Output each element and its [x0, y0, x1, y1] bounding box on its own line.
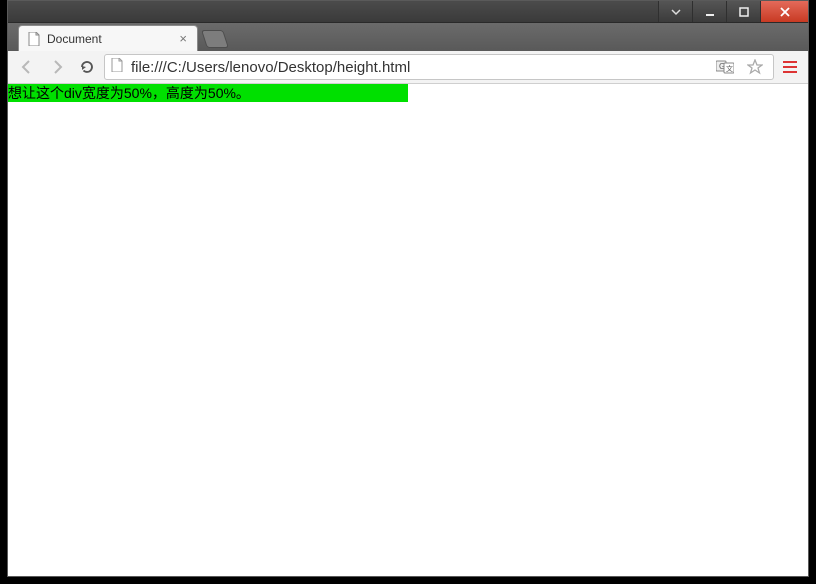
file-icon — [111, 58, 123, 76]
window-minimize-button[interactable] — [692, 1, 726, 22]
window-close-button[interactable] — [760, 1, 808, 22]
window-titlebar[interactable] — [8, 1, 808, 23]
demo-div: 想让这个div宽度为50%，高度为50%。 — [8, 84, 408, 102]
demo-div-text: 想让这个div宽度为50%，高度为50%。 — [8, 85, 250, 101]
window-maximize-button[interactable] — [726, 1, 760, 22]
browser-toolbar: G 文 — [8, 51, 808, 84]
tab-title: Document — [47, 32, 102, 46]
tab-close-button[interactable]: × — [177, 31, 189, 46]
url-input[interactable] — [129, 58, 707, 77]
tab-strip: Document × — [8, 23, 808, 51]
translate-button[interactable]: G 文 — [713, 55, 737, 79]
page-viewport: 想让这个div宽度为50%，高度为50%。 — [8, 84, 808, 576]
close-icon — [779, 6, 791, 18]
letterbox-bottom — [0, 577, 816, 584]
hamburger-icon — [782, 60, 798, 74]
reload-button[interactable] — [74, 54, 100, 80]
browser-tab[interactable]: Document × — [18, 25, 198, 51]
back-button[interactable] — [14, 54, 40, 80]
maximize-icon — [739, 7, 749, 17]
file-icon — [27, 32, 41, 46]
address-bar[interactable]: G 文 — [104, 54, 774, 80]
svg-text:文: 文 — [726, 64, 733, 73]
letterbox-right — [809, 0, 816, 584]
chevron-down-icon — [671, 7, 681, 17]
new-tab-button[interactable] — [201, 30, 229, 48]
browser-window: Document × G 文 — [7, 0, 809, 577]
bookmark-button[interactable] — [743, 55, 767, 79]
star-icon — [747, 59, 763, 75]
menu-button[interactable] — [778, 55, 802, 79]
letterbox-left — [0, 0, 7, 584]
window-dropdown-button[interactable] — [658, 1, 692, 22]
arrow-left-icon — [19, 59, 35, 75]
reload-icon — [79, 59, 95, 75]
translate-icon: G 文 — [716, 59, 734, 75]
minimize-icon — [705, 7, 715, 17]
forward-button[interactable] — [44, 54, 70, 80]
arrow-right-icon — [49, 59, 65, 75]
